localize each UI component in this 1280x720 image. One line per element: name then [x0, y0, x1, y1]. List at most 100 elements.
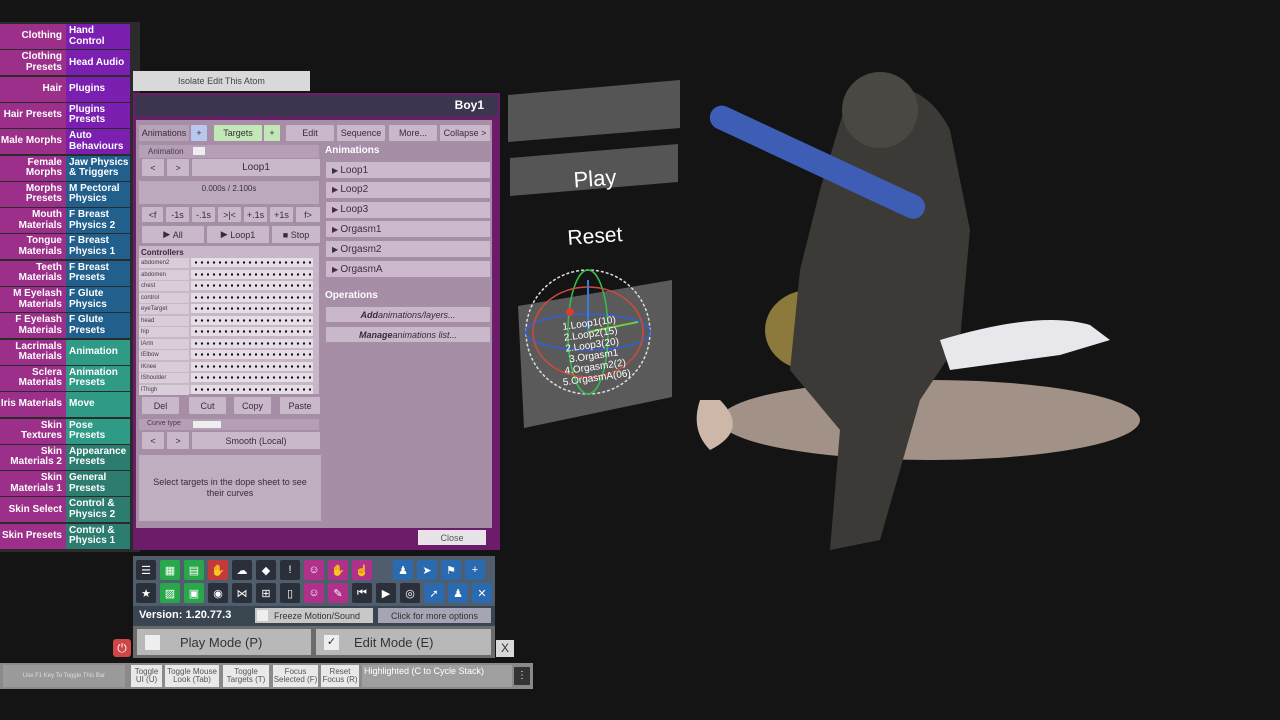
tab-right-17[interactable]: General Presets: [66, 471, 130, 497]
animation-slider-handle[interactable]: [193, 147, 205, 155]
keyframe-row[interactable]: [191, 292, 313, 302]
delete-keyframe-button[interactable]: Del: [142, 397, 179, 414]
tab-right-13[interactable]: Animation Presets: [66, 365, 130, 391]
person-icon[interactable]: ♟: [393, 560, 413, 580]
controller-label[interactable]: chest: [139, 281, 189, 291]
controller-label[interactable]: lKnee: [139, 361, 189, 372]
cube-icon[interactable]: ◆: [256, 560, 276, 580]
add-animations-button[interactable]: Add animations/layers...: [326, 307, 490, 322]
tab-right-8[interactable]: F Breast Physics 1: [66, 234, 130, 260]
curve-next-button[interactable]: >: [167, 432, 189, 449]
tab-right-1[interactable]: Head Audio: [66, 50, 130, 76]
tab-left-10[interactable]: M Eyelash Materials: [0, 287, 66, 312]
tab-right-9[interactable]: F Breast Presets: [66, 260, 130, 286]
tab-left-14[interactable]: Iris Materials: [0, 392, 66, 418]
tab-left-15[interactable]: Skin Textures: [0, 418, 66, 444]
menu-icon[interactable]: ☰: [136, 560, 156, 580]
animation-list-item[interactable]: ▶ Loop1: [326, 162, 490, 178]
scene-play-panel[interactable]: [508, 80, 680, 142]
folder-icon[interactable]: ▤: [184, 560, 204, 580]
collapse-button[interactable]: Collapse >: [440, 125, 490, 141]
tab-right-2[interactable]: Plugins: [66, 76, 130, 102]
alert-icon[interactable]: !: [280, 560, 300, 580]
curve-prev-button[interactable]: <: [142, 432, 164, 449]
curve-type-slider[interactable]: [193, 421, 221, 428]
more-options-button[interactable]: Click for more options: [378, 608, 491, 623]
reset-focus-button[interactable]: Reset Focus (R): [321, 665, 359, 687]
scrub-minus-01s[interactable]: -.1s: [192, 207, 215, 222]
star-icon[interactable]: ★: [136, 583, 156, 603]
scrub-minus-1s[interactable]: -1s: [166, 207, 189, 222]
paste-keyframe-button[interactable]: Paste: [280, 397, 320, 414]
tab-right-7[interactable]: F Breast Physics 2: [66, 208, 130, 234]
keyframe-row[interactable]: [191, 281, 313, 290]
tab-left-7[interactable]: Mouth Materials: [0, 208, 66, 234]
controller-label[interactable]: head: [139, 315, 189, 326]
tab-left-9[interactable]: Teeth Materials: [0, 260, 66, 286]
keyframe-row[interactable]: [191, 350, 313, 359]
tab-right-19[interactable]: Control & Physics 1: [66, 523, 130, 549]
cut-keyframe-button[interactable]: Cut: [189, 397, 226, 414]
tab-left-17[interactable]: Skin Materials 1: [0, 471, 66, 497]
manage-animations-button[interactable]: Manage animations list...: [326, 327, 490, 342]
scrub-prev-frame[interactable]: <f: [142, 207, 163, 222]
curve-type-dropdown[interactable]: Smooth (Local): [192, 432, 320, 449]
tab-right-12[interactable]: Animation: [66, 339, 130, 365]
tab-left-19[interactable]: Skin Presets: [0, 523, 66, 549]
save-icon[interactable]: ▣: [184, 583, 204, 603]
animation-list-item[interactable]: ▶ OrgasmA: [326, 261, 490, 277]
tab-left-12[interactable]: Lacrimals Materials: [0, 339, 66, 365]
tab-left-3[interactable]: Hair Presets: [0, 102, 66, 128]
focus-selected-button[interactable]: Focus Selected (F): [273, 665, 318, 687]
animation-next-button[interactable]: >: [167, 159, 189, 176]
scene-icon[interactable]: ▦: [160, 560, 180, 580]
toggle-mouse-look-button[interactable]: Toggle Mouse Look (Tab): [165, 665, 219, 687]
keyframe-row[interactable]: [191, 258, 313, 267]
power-icon[interactable]: ⏻: [113, 639, 131, 657]
controller-label[interactable]: lArm: [139, 338, 189, 349]
play-all-button[interactable]: ▶ All: [142, 226, 204, 243]
plus-icon[interactable]: +: [465, 560, 485, 580]
animation-list-item[interactable]: ▶ Loop2: [326, 181, 490, 198]
play-icon[interactable]: ▶: [376, 583, 396, 603]
animation-list-item[interactable]: ▶ Loop3: [326, 201, 490, 218]
freeze-motion-toggle[interactable]: Freeze Motion/Sound: [255, 608, 373, 623]
target-icon[interactable]: ◎: [400, 583, 420, 603]
add-target-button[interactable]: +: [264, 125, 280, 141]
tab-sequence[interactable]: Sequence: [337, 125, 385, 141]
tab-targets[interactable]: Targets: [214, 125, 262, 141]
keyframe-row[interactable]: [191, 269, 313, 279]
play-loop-button[interactable]: ▶ Loop1: [207, 226, 269, 243]
keyframe-row[interactable]: [191, 327, 313, 336]
document-icon[interactable]: ▯: [280, 583, 300, 603]
animation-list-item[interactable]: ▶ Orgasm1: [326, 221, 490, 238]
hud-menu-icon[interactable]: ⋮: [514, 667, 530, 685]
add-animation-button[interactable]: +: [191, 125, 207, 141]
hand-icon[interactable]: ✋: [208, 560, 228, 580]
controller-label[interactable]: abdomen: [139, 269, 189, 280]
close-ui-button[interactable]: X: [496, 640, 514, 657]
tab-left-2[interactable]: Hair: [0, 76, 66, 102]
toggle-targets-button[interactable]: Toggle Targets (T): [223, 665, 269, 687]
tab-left-18[interactable]: Skin Select: [0, 497, 66, 523]
rewind-icon[interactable]: ⏮: [352, 583, 372, 603]
tab-left-13[interactable]: Sclera Materials: [0, 365, 66, 391]
edit-mode-button[interactable]: ✓ Edit Mode (E): [316, 629, 491, 655]
tab-right-5[interactable]: Jaw Physics & Triggers: [66, 155, 130, 181]
tab-right-11[interactable]: F Glute Presets: [66, 313, 130, 339]
keyframe-row[interactable]: [191, 315, 313, 325]
tab-right-6[interactable]: M Pectoral Physics: [66, 181, 130, 207]
camera-icon[interactable]: ◉: [208, 583, 228, 603]
keyframe-row[interactable]: [191, 304, 313, 313]
tab-right-16[interactable]: Appearance Presets: [66, 444, 130, 470]
package-icon[interactable]: ⊞: [256, 583, 276, 603]
keyframe-row[interactable]: [191, 384, 313, 394]
tab-animations[interactable]: Animations: [139, 125, 189, 141]
copy-keyframe-button[interactable]: Copy: [234, 397, 271, 414]
scrub-plus-1s[interactable]: +1s: [270, 207, 293, 222]
tab-left-11[interactable]: F Eyelash Materials: [0, 313, 66, 339]
animation-dropdown[interactable]: Loop1: [192, 159, 320, 176]
grab-icon[interactable]: ✋: [328, 560, 348, 580]
animation-list-item[interactable]: ▶ Orgasm2: [326, 241, 490, 258]
tab-right-10[interactable]: F Glute Physics: [66, 287, 130, 312]
